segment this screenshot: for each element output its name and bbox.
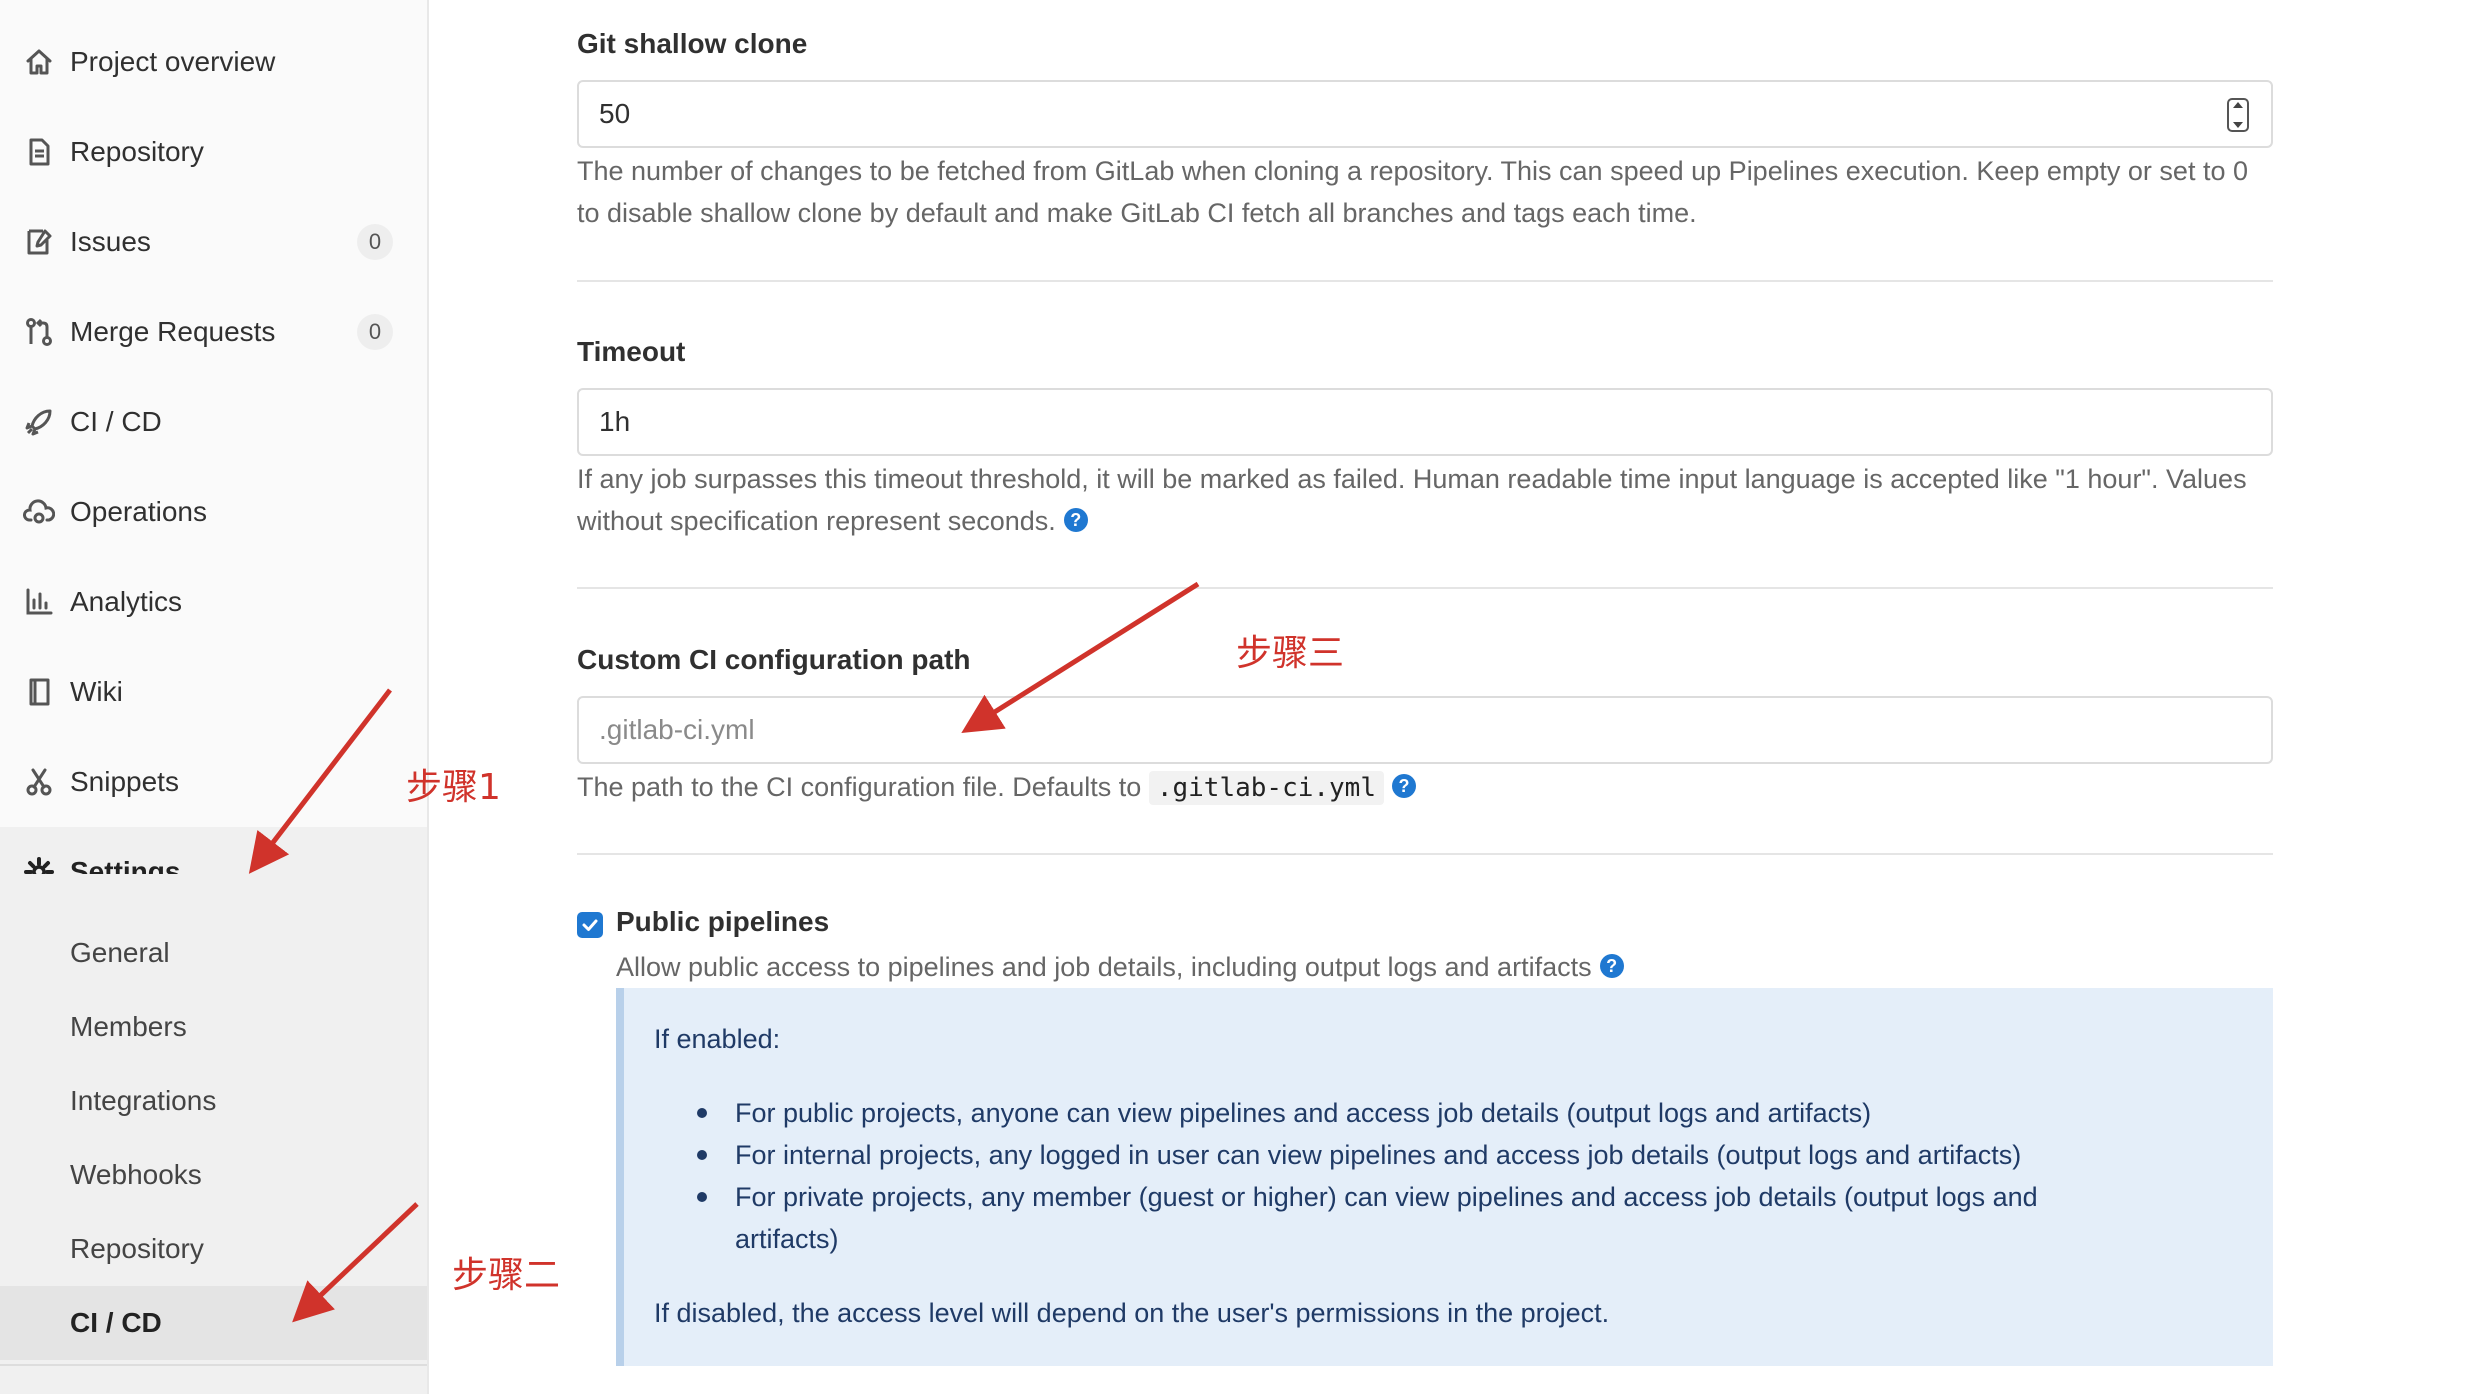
rocket-icon — [22, 405, 56, 439]
issues-icon — [22, 225, 56, 259]
help-icon[interactable]: ? — [1599, 953, 1624, 978]
info-box-disabled-note: If disabled, the access level will depen… — [654, 1298, 1610, 1328]
annotation-step3-text: 步骤三 — [1236, 633, 1345, 674]
sidebar-item-snippets[interactable]: Snippets — [0, 737, 427, 827]
list-item: For internal projects, any logged in use… — [697, 1134, 2137, 1176]
sidebar-item-label: Merge Requests — [70, 316, 276, 347]
section-divider — [577, 280, 2273, 282]
sidebar-item-operations[interactable]: Operations — [0, 467, 427, 557]
info-box-title: If enabled: — [654, 1024, 781, 1054]
timeout-label: Timeout — [577, 336, 686, 367]
list-item: For private projects, any member (guest … — [697, 1176, 2137, 1260]
sidebar-item-label: Wiki — [70, 676, 123, 707]
main-content: Git shallow clone 50 The number of chang… — [577, 0, 2277, 1394]
sidebar-item-wiki[interactable]: Wiki — [0, 647, 427, 737]
section-divider — [577, 853, 2273, 855]
cloud-gear-icon — [22, 495, 56, 529]
sidebar-subitem-integrations[interactable]: Integrations — [0, 1064, 427, 1138]
timeout-value: 1h — [599, 406, 631, 437]
git-shallow-clone-input[interactable]: 50 — [577, 80, 2273, 148]
bar-chart-icon — [22, 585, 56, 619]
merge-requests-count-badge: 0 — [357, 314, 393, 350]
book-icon — [22, 675, 56, 709]
sidebar-subitem-label: General — [70, 937, 170, 968]
sidebar-item-label: Operations — [70, 496, 207, 527]
sidebar-item-label: Repository — [70, 136, 204, 167]
sidebar-divider — [0, 1364, 427, 1366]
sidebar-subitem-label: CI / CD — [70, 1307, 162, 1338]
help-icon[interactable]: ? — [1063, 507, 1088, 532]
git-shallow-clone-label: Git shallow clone — [577, 28, 808, 59]
sidebar-item-label: Project overview — [70, 46, 276, 77]
sidebar-subitem-label: Integrations — [70, 1085, 217, 1116]
sidebar-item-project-overview[interactable]: Project overview — [0, 17, 427, 107]
check-icon — [582, 919, 598, 931]
sidebar-subitem-members[interactable]: Members — [0, 990, 427, 1064]
sidebar-item-analytics[interactable]: Analytics — [0, 557, 427, 647]
timeout-help: If any job surpasses this timeout thresh… — [577, 458, 2277, 542]
sidebar-subitem-label: Webhooks — [70, 1159, 202, 1190]
public-pipelines-checkbox[interactable] — [577, 912, 603, 938]
ci-config-path-default-code: .gitlab-ci.yml — [1148, 771, 1384, 805]
help-icon[interactable]: ? — [1392, 773, 1416, 798]
sidebar-subitem-label: Repository — [70, 1233, 204, 1264]
section-divider — [577, 587, 2273, 589]
ci-config-path-label: Custom CI configuration path — [577, 644, 971, 675]
sidebar-subitem-repository[interactable]: Repository — [0, 1212, 427, 1286]
sidebar-item-label: CI / CD — [70, 406, 162, 437]
annotation-step2-text: 步骤二 — [452, 1255, 561, 1296]
ci-config-path-help-text: The path to the CI configuration file. D… — [577, 772, 1142, 802]
number-stepper-icon[interactable] — [2227, 98, 2249, 132]
public-pipelines-help-text: Allow public access to pipelines and job… — [616, 952, 1592, 982]
timeout-help-text: If any job surpasses this timeout thresh… — [577, 464, 2247, 536]
public-pipelines-help: Allow public access to pipelines and job… — [616, 946, 1624, 988]
sidebar-item-issues[interactable]: Issues 0 — [0, 197, 427, 287]
sidebar: Project overview Repository Issues 0 Mer… — [0, 0, 429, 1394]
public-pipelines-info-box: If enabled: For public projects, anyone … — [616, 988, 2273, 1366]
ci-config-path-help: The path to the CI configuration file. D… — [577, 766, 2277, 809]
public-pipelines-label[interactable]: Public pipelines — [616, 906, 829, 938]
sidebar-subitem-ci-cd[interactable]: CI / CD — [0, 1286, 427, 1360]
sidebar-subitem-general[interactable]: General — [0, 916, 427, 990]
scissors-icon — [22, 765, 56, 799]
sidebar-subitem-webhooks[interactable]: Webhooks — [0, 1138, 427, 1212]
sidebar-item-label: Analytics — [70, 586, 183, 617]
info-box-list: For public projects, anyone can view pip… — [697, 1092, 2273, 1260]
sidebar-item-label: Snippets — [70, 766, 179, 797]
home-icon — [22, 45, 56, 79]
sidebar-item-merge-requests[interactable]: Merge Requests 0 — [0, 287, 427, 377]
git-shallow-clone-value: 50 — [599, 98, 631, 129]
issues-count-badge: 0 — [357, 224, 393, 260]
ci-config-path-input[interactable]: .gitlab-ci.yml — [577, 696, 2273, 764]
sidebar-item-repository[interactable]: Repository — [0, 107, 427, 197]
sidebar-item-ci-cd[interactable]: CI / CD — [0, 377, 427, 467]
annotation-step1-text: 步骤1 — [406, 767, 501, 808]
document-icon — [22, 135, 56, 169]
git-shallow-clone-help: The number of changes to be fetched from… — [577, 156, 2248, 228]
sidebar-subitem-label: Members — [70, 1011, 187, 1042]
merge-request-icon — [22, 315, 56, 349]
settings-submenu: General Members Integrations Webhooks Re… — [0, 874, 427, 1394]
ci-config-path-placeholder: .gitlab-ci.yml — [599, 714, 755, 745]
list-item: For public projects, anyone can view pip… — [697, 1092, 2137, 1134]
timeout-input[interactable]: 1h — [577, 388, 2273, 456]
sidebar-item-label: Issues — [70, 226, 151, 257]
